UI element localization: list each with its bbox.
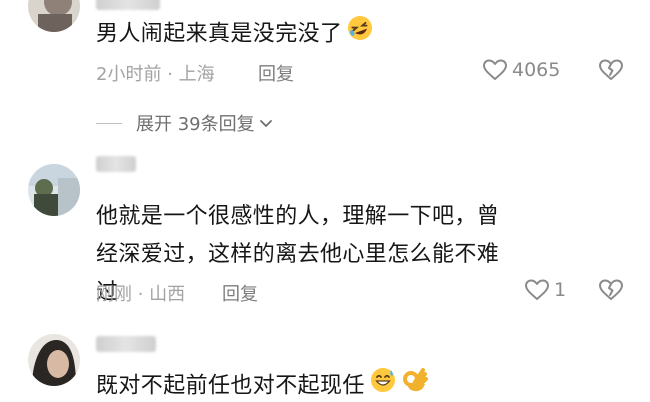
- like-button[interactable]: 1: [524, 278, 566, 302]
- broken-heart-icon: [598, 58, 624, 82]
- comment-meta: 刚刚 · 山西: [96, 284, 186, 305]
- expand-replies-button[interactable]: 展开 39条回复: [96, 110, 273, 136]
- comment-item: 男人闹起来真是没完没了 2小时前 · 上海 回复 4065 展开 39条回复: [0, 0, 650, 135]
- reply-button[interactable]: 回复: [222, 280, 258, 306]
- comment-text: 既对不起前任也对不起现任: [96, 366, 596, 402]
- heart-outline-icon: [524, 278, 550, 302]
- ok-hand-icon: [401, 366, 429, 402]
- avatar[interactable]: [28, 334, 80, 386]
- grinning-sweat-icon: [369, 366, 397, 402]
- comment-list: 男人闹起来真是没完没了 2小时前 · 上海 回复 4065 展开 39条回复 他…: [0, 0, 650, 402]
- dislike-button[interactable]: [598, 58, 624, 82]
- rolling-on-floor-laughing-icon: [346, 14, 374, 55]
- comment-item: 他就是一个很感性的人，理解一下吧，曾经深爱过，这样的离去他心里怎么能不难过 刚刚…: [0, 156, 650, 306]
- comment-meta: 2小时前 · 上海: [96, 64, 215, 85]
- avatar[interactable]: [28, 0, 80, 32]
- comment-item: 既对不起前任也对不起现任: [0, 330, 650, 402]
- avatar[interactable]: [28, 164, 80, 216]
- heart-outline-icon: [482, 58, 508, 82]
- username[interactable]: [96, 0, 160, 10]
- dislike-button[interactable]: [598, 278, 624, 302]
- like-button[interactable]: 4065: [482, 58, 560, 82]
- chevron-down-icon: [255, 113, 273, 134]
- comment-text: 男人闹起来真是没完没了: [96, 14, 516, 55]
- reply-button[interactable]: 回复: [258, 60, 294, 86]
- like-count: 4065: [512, 59, 561, 81]
- like-count: 1: [554, 279, 567, 301]
- divider: [96, 122, 122, 124]
- expand-replies-label: 展开 39条回复: [136, 114, 255, 135]
- username[interactable]: [96, 336, 156, 352]
- broken-heart-icon: [598, 278, 624, 302]
- username[interactable]: [96, 156, 136, 172]
